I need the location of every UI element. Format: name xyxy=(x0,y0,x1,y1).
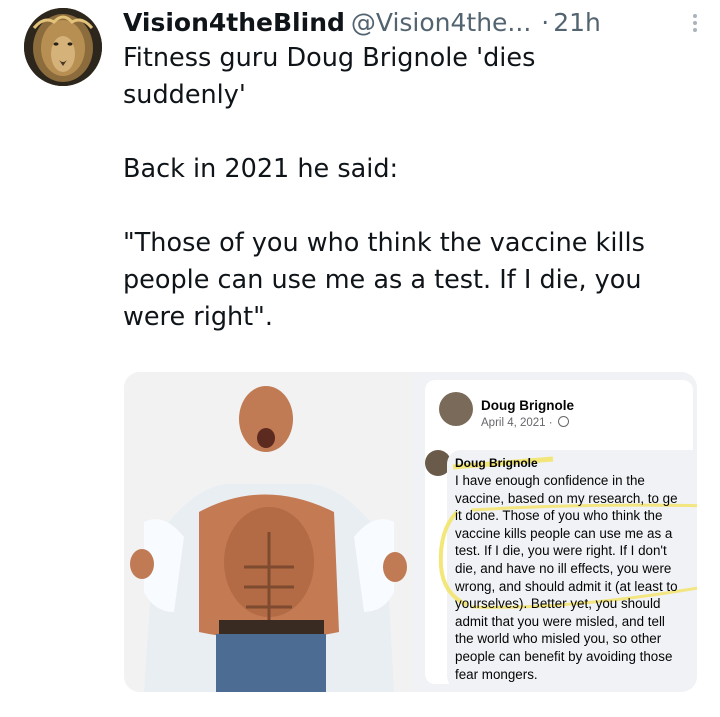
facebook-date: April 4, 2021 · xyxy=(481,416,569,429)
facebook-avatar xyxy=(439,392,473,426)
facebook-date-text: April 4, 2021 · xyxy=(481,417,553,429)
comment-line: wrong, and should admit it (at least to xyxy=(455,578,678,594)
tweet-line: Back in 2021 he said: xyxy=(123,154,399,184)
facebook-card: Doug Brignole April 4, 2021 · Doug Brign… xyxy=(425,380,697,690)
comment-line: vaccine, based on my research, to ge xyxy=(455,490,678,506)
tweet-line: were right". xyxy=(123,302,274,332)
comment-author: Doug Brignole xyxy=(455,456,538,470)
comment-line: yourselves). Better yet, you should xyxy=(455,596,661,612)
tweet-line: "Those of you who think the vaccine kill… xyxy=(123,228,645,258)
author-name[interactable]: Vision4theBlind xyxy=(123,8,345,37)
facebook-screenshot: Doug Brignole April 4, 2021 · Doug Brign… xyxy=(413,372,697,692)
comment-line: people can benefit by avoiding those xyxy=(455,648,673,664)
tweet-text: Fitness guru Doug Brignole 'dies suddenl… xyxy=(123,40,703,336)
tweet-line: people can use me as a test. If I die, y… xyxy=(123,265,642,295)
tweet-line: Fitness guru Doug Brignole 'dies xyxy=(123,43,536,73)
comment-line: die, and have no ill effects, you were xyxy=(455,560,672,576)
separator: · xyxy=(541,7,550,37)
more-options-icon[interactable] xyxy=(690,12,700,32)
globe-icon xyxy=(557,416,569,427)
lion-avatar-icon xyxy=(24,8,102,86)
comment-line: the world who misled you, so other xyxy=(455,631,662,647)
comment-line: test. If I die, you were right. If I don… xyxy=(455,543,667,559)
tweet-header: Vision4theBlind @Vision4the... · 21h xyxy=(123,4,700,40)
timestamp[interactable]: 21h xyxy=(553,8,601,37)
facebook-author: Doug Brignole xyxy=(481,398,574,413)
fitness-photo[interactable] xyxy=(124,372,413,692)
tweet-line: suddenly' xyxy=(123,80,246,110)
comment-line: admit that you were misled, and tell xyxy=(455,613,665,629)
man-photo-illustration xyxy=(124,372,413,692)
comment-line: fear mongers. xyxy=(455,666,538,682)
comment-line: it done. Those of you who think the xyxy=(455,508,663,524)
comment-line: I have enough confidence in the xyxy=(455,473,645,488)
author-handle[interactable]: @Vision4the... xyxy=(351,8,531,37)
comment-line: vaccine kills people can use me as a xyxy=(455,525,673,541)
author-avatar[interactable] xyxy=(24,8,102,86)
comment-text: I have enough confidence in the vaccine,… xyxy=(455,472,697,683)
tweet-media[interactable]: Doug Brignole April 4, 2021 · Doug Brign… xyxy=(124,372,697,692)
